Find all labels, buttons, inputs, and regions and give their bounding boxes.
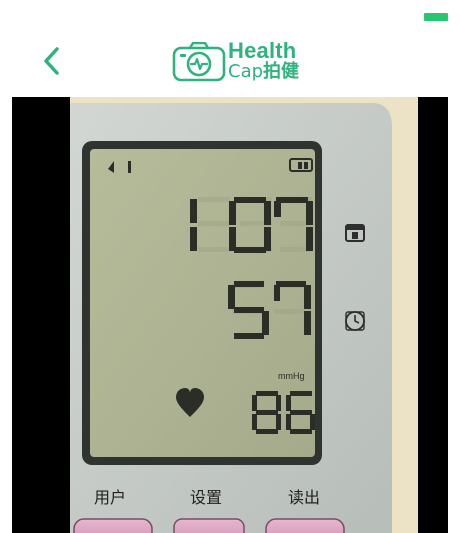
device-button-label-user: 用户 [94, 488, 126, 507]
camera-heart-icon [172, 42, 226, 82]
logo-subtitle-latin: Cap [228, 61, 264, 82]
app-logo: Health Cap拍健 [172, 40, 322, 84]
back-button[interactable] [36, 44, 66, 78]
lcd-unit: mmHg [278, 371, 305, 381]
logo-subtitle-cjk: 拍健 [263, 61, 300, 82]
captured-photo: mmHg 用户 设置 读出 [12, 97, 448, 533]
battery-icon [424, 13, 448, 21]
device-button-label-settings: 设置 [190, 488, 222, 507]
logo-subtitle: Cap拍健 [228, 61, 299, 83]
logo-title: Health [228, 38, 297, 63]
chevron-left-icon [44, 47, 59, 75]
device-button-label-read: 读出 [288, 488, 320, 507]
